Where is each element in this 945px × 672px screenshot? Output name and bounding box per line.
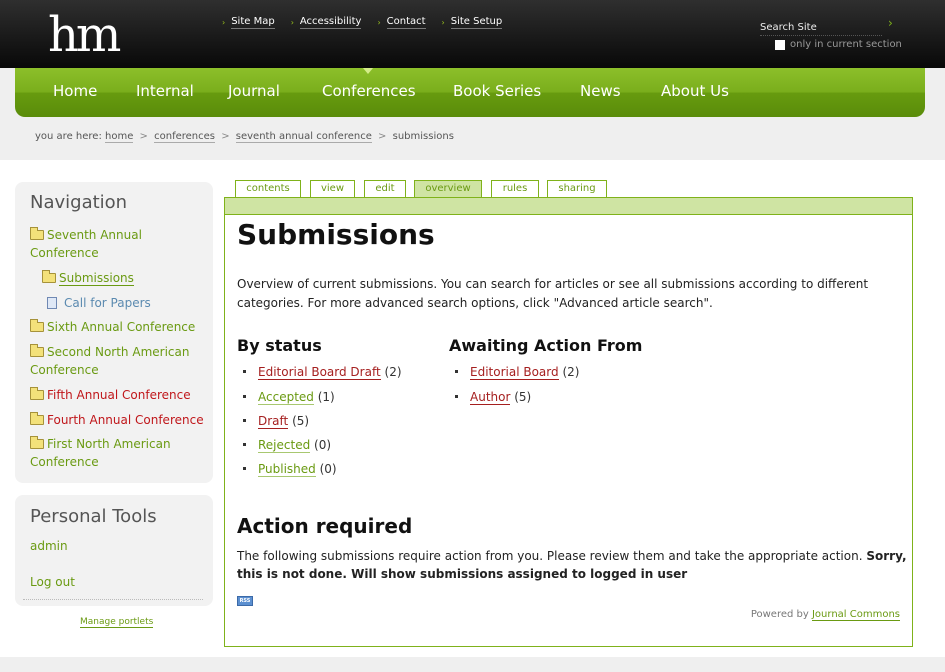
- folder-icon: [30, 319, 44, 332]
- awaiting-author-link[interactable]: Author: [470, 390, 511, 405]
- arrow-icon: ›: [441, 17, 445, 27]
- navigation-title: Navigation: [30, 192, 128, 213]
- page-title: Submissions: [237, 218, 435, 251]
- nav-first-north-american-conference[interactable]: First North American Conference: [30, 435, 208, 471]
- navigation-portlet: Navigation Seventh Annual Conference Subm…: [15, 182, 213, 483]
- powered-by: Powered by Journal Commons: [750, 609, 900, 621]
- site-logo[interactable]: hm: [48, 6, 121, 64]
- nav-sixth-annual-conference[interactable]: Sixth Annual Conference: [30, 318, 195, 336]
- breadcrumb-conferences[interactable]: conferences: [154, 131, 215, 143]
- folder-icon: [30, 436, 44, 449]
- status-draft-link[interactable]: Draft: [258, 414, 289, 429]
- list-item: Editorial Board (2): [455, 364, 579, 380]
- breadcrumb-seventh-annual-conference[interactable]: seventh annual conference: [235, 131, 372, 143]
- tab-view[interactable]: view: [310, 180, 355, 197]
- site-actions: › Site Map › Accessibility › Contact › Site …: [222, 15, 503, 29]
- arrow-icon: ›: [377, 17, 381, 27]
- folder-icon: [30, 412, 44, 425]
- nav-journal[interactable]: Journal: [228, 82, 280, 100]
- content-action-bar: [225, 198, 912, 215]
- breadcrumb-home[interactable]: home: [105, 131, 134, 143]
- page-description: Overview of current submissions. You can…: [237, 277, 869, 310]
- breadcrumb-current: submissions: [392, 131, 454, 142]
- current-section-checkbox[interactable]: only in current section: [775, 39, 902, 50]
- personal-tools-portlet: Personal Tools admin Log out: [15, 495, 213, 606]
- document-icon: [47, 297, 57, 309]
- nav-call-for-papers[interactable]: Call for Papers: [47, 294, 151, 312]
- nav-news[interactable]: News: [580, 82, 621, 100]
- nav-about-us[interactable]: About Us: [661, 82, 729, 100]
- awaiting-action-heading: Awaiting Action From: [449, 336, 643, 355]
- status-rejected-link[interactable]: Rejected: [258, 438, 311, 453]
- logout-link[interactable]: Log out: [30, 575, 75, 589]
- breadcrumb: you are here: home > conferences > seven…: [35, 131, 454, 143]
- content-area: Submissions Overview of current submissi…: [224, 197, 913, 647]
- breadcrumb-prefix: you are here:: [35, 131, 102, 142]
- tab-overview[interactable]: overview: [414, 180, 482, 198]
- by-status-heading: By status: [237, 336, 322, 355]
- nav-second-north-american-conference[interactable]: Second North American Conference: [30, 343, 208, 379]
- list-item: Author (5): [455, 389, 531, 405]
- action-required-heading: Action required: [237, 514, 413, 538]
- awaiting-editorial-board-link[interactable]: Editorial Board: [470, 365, 559, 380]
- action-required-text: The following submissions require action…: [237, 549, 907, 581]
- search-go-icon[interactable]: ›: [888, 15, 893, 31]
- personal-tools-title: Personal Tools: [30, 506, 157, 527]
- status-accepted-link[interactable]: Accepted: [258, 390, 314, 405]
- site-setup-link[interactable]: › Site Setup: [442, 15, 503, 29]
- nav-conferences[interactable]: Conferences: [322, 82, 416, 100]
- list-item: Published (0): [243, 461, 337, 477]
- arrow-icon: ›: [290, 17, 294, 27]
- arrow-icon: ›: [222, 17, 226, 27]
- tab-rules[interactable]: rules: [491, 180, 539, 197]
- breadcrumb-separator: >: [378, 131, 387, 142]
- selected-indicator-icon: [363, 68, 373, 74]
- nav-fifth-annual-conference[interactable]: Fifth Annual Conference: [30, 386, 191, 404]
- status-editorial-board-draft-link[interactable]: Editorial Board Draft: [258, 365, 381, 380]
- tab-sharing[interactable]: sharing: [547, 180, 607, 197]
- site-map-link[interactable]: › Site Map: [222, 15, 275, 29]
- manage-portlets-link[interactable]: Manage portlets: [80, 617, 154, 628]
- admin-link[interactable]: admin: [30, 539, 68, 553]
- tab-edit[interactable]: edit: [364, 180, 406, 197]
- accessibility-link[interactable]: › Accessibility: [291, 15, 362, 29]
- global-nav: Home Internal Journal Conferences Book S…: [15, 68, 925, 117]
- list-item: Editorial Board Draft (2): [243, 364, 402, 380]
- search-input[interactable]: [760, 20, 882, 36]
- search-box: › only in current section: [760, 15, 902, 50]
- status-published-link[interactable]: Published: [258, 462, 316, 477]
- nav-submissions[interactable]: Submissions: [42, 269, 134, 287]
- folder-icon: [30, 227, 44, 240]
- list-item: Accepted (1): [243, 389, 335, 405]
- folder-icon: [30, 387, 44, 400]
- folder-icon: [42, 270, 56, 283]
- list-item: Rejected (0): [243, 437, 331, 453]
- site-header: hm › Site Map › Accessibility › Contact › Si…: [0, 0, 945, 68]
- nav-internal[interactable]: Internal: [136, 82, 194, 100]
- nav-home[interactable]: Home: [53, 82, 97, 100]
- current-section-label: only in current section: [790, 39, 902, 50]
- tab-contents[interactable]: contents: [235, 180, 301, 197]
- nav-book-series[interactable]: Book Series: [453, 82, 541, 100]
- nav-seventh-annual-conference[interactable]: Seventh Annual Conference: [30, 226, 208, 262]
- portlet-divider: [23, 599, 203, 600]
- folder-icon: [30, 344, 44, 357]
- journal-commons-link[interactable]: Journal Commons: [811, 609, 900, 621]
- breadcrumb-separator: >: [139, 131, 148, 142]
- breadcrumb-separator: >: [221, 131, 230, 142]
- nav-fourth-annual-conference[interactable]: Fourth Annual Conference: [30, 411, 204, 429]
- contact-link[interactable]: › Contact: [377, 15, 426, 29]
- rss-icon[interactable]: RSS: [237, 596, 253, 606]
- checkbox-box[interactable]: [775, 39, 785, 50]
- list-item: Draft (5): [243, 413, 309, 429]
